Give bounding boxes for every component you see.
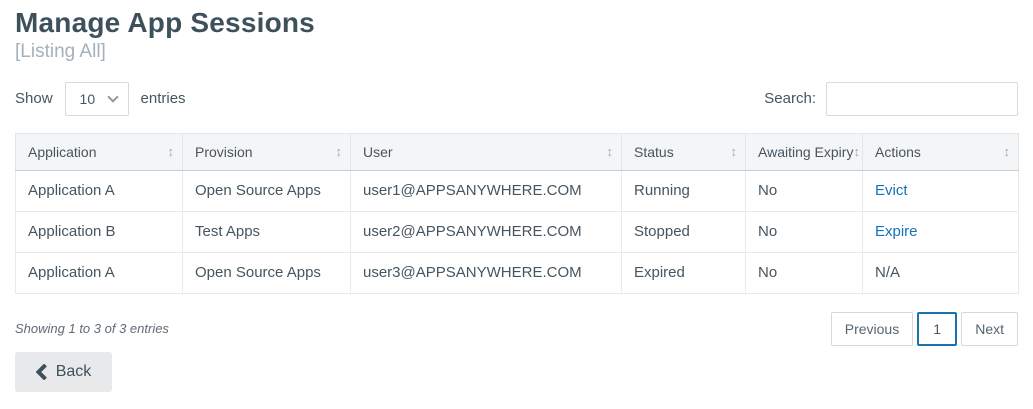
search-label: Search:	[764, 90, 816, 107]
cell-user: user1@APPSANYWHERE.COM	[351, 170, 622, 211]
action-na-text: N/A	[875, 264, 900, 281]
cell-text: Application A	[28, 264, 115, 281]
cell-user: user3@APPSANYWHERE.COM	[351, 252, 622, 293]
search-input[interactable]	[826, 82, 1018, 116]
cell-provision: Open Source Apps	[183, 252, 351, 293]
cell-text: Running	[634, 182, 690, 199]
action-link-evict[interactable]: Evict	[875, 182, 908, 199]
sort-icon: ↕	[336, 145, 343, 158]
cell-text: Test Apps	[195, 223, 260, 240]
column-header-user[interactable]: User ↕	[351, 133, 622, 170]
sessions-table: Application↕Provision↕User↕Status↕Awaiti…	[15, 133, 1019, 294]
cell-awaiting-expiry: No	[746, 252, 863, 293]
cell-action: N/A	[863, 252, 1019, 293]
column-label-status: Status	[634, 144, 674, 160]
column-label-user: User	[363, 144, 393, 160]
pagination-page-1-button[interactable]: 1	[917, 312, 957, 346]
cell-action: Evict	[863, 170, 1019, 211]
pagination: Previous 1 Next	[827, 312, 1018, 346]
cell-awaiting-expiry: No	[746, 170, 863, 211]
page-subtitle: [Listing All]	[15, 41, 1018, 63]
page-length-control: Show 10 entries	[15, 82, 186, 116]
column-header-status[interactable]: Status ↕	[622, 133, 746, 170]
column-header-provision[interactable]: Provision ↕	[183, 133, 351, 170]
cell-text: No	[758, 264, 777, 281]
sort-icon: ↕	[607, 145, 614, 158]
page-length-select[interactable]: 10	[65, 82, 129, 116]
column-label-provision: Provision	[195, 144, 253, 160]
table-footer: Showing 1 to 3 of 3 entries Previous 1 N…	[15, 312, 1018, 346]
page-title: Manage App Sessions	[15, 8, 1018, 39]
cell-application: Application A	[16, 170, 183, 211]
page-length-value: 10	[80, 91, 96, 107]
column-header-actions[interactable]: Actions ↕	[863, 133, 1019, 170]
cell-awaiting-expiry: No	[746, 211, 863, 252]
cell-text: Stopped	[634, 223, 690, 240]
table-toolbar: Show 10 entries Search:	[15, 82, 1018, 116]
action-link-expire[interactable]: Expire	[875, 223, 918, 240]
column-label-actions: Actions	[875, 144, 921, 160]
cell-status: Expired	[622, 252, 746, 293]
chevron-left-icon	[36, 364, 47, 380]
search-control: Search:	[764, 82, 1018, 116]
manage-app-sessions-page: Manage App Sessions [Listing All] Show 1…	[0, 0, 1033, 392]
results-summary: Showing 1 to 3 of 3 entries	[15, 321, 169, 336]
table-row: Application A Open Source Apps user3@APPSA…	[16, 252, 1019, 293]
cell-text: user2@APPSANYWHERE.COM	[363, 223, 582, 240]
cell-application: Application A	[16, 252, 183, 293]
entries-label: entries	[141, 90, 186, 107]
cell-application: Application B	[16, 211, 183, 252]
sort-icon: ↕	[853, 145, 860, 158]
sort-icon: ↕	[1004, 145, 1011, 158]
column-label-application: Application	[28, 144, 97, 160]
cell-text: user1@APPSANYWHERE.COM	[363, 182, 582, 199]
back-button-label: Back	[56, 363, 92, 381]
cell-action: Expire	[863, 211, 1019, 252]
table-row: Application B Test Apps user2@APPSANYWHERE…	[16, 211, 1019, 252]
column-label-awaiting-expiry: Awaiting Expiry	[758, 144, 853, 160]
column-header-application[interactable]: Application ↕	[16, 133, 183, 170]
column-header-awaiting-expiry[interactable]: Awaiting Expiry↕	[746, 133, 863, 170]
pagination-previous-button[interactable]: Previous	[831, 312, 913, 346]
cell-text: Application A	[28, 182, 115, 199]
cell-provision: Open Source Apps	[183, 170, 351, 211]
show-label: Show	[15, 90, 53, 107]
sort-icon: ↕	[168, 145, 175, 158]
cell-status: Stopped	[622, 211, 746, 252]
cell-text: No	[758, 182, 777, 199]
cell-text: Expired	[634, 264, 685, 281]
cell-text: user3@APPSANYWHERE.COM	[363, 264, 582, 281]
back-button[interactable]: Back	[15, 352, 112, 392]
cell-text: Open Source Apps	[195, 264, 321, 281]
cell-text: No	[758, 223, 777, 240]
pagination-next-button[interactable]: Next	[961, 312, 1018, 346]
table-row: Application A Open Source Apps user1@APPSA…	[16, 170, 1019, 211]
sort-icon: ↕	[731, 145, 738, 158]
cell-text: Application B	[28, 223, 116, 240]
table-header-row: Application↕Provision↕User↕Status↕Awaiti…	[16, 133, 1019, 170]
cell-status: Running	[622, 170, 746, 211]
cell-provision: Test Apps	[183, 211, 351, 252]
cell-user: user2@APPSANYWHERE.COM	[351, 211, 622, 252]
chevron-down-icon	[107, 91, 118, 102]
cell-text: Open Source Apps	[195, 182, 321, 199]
